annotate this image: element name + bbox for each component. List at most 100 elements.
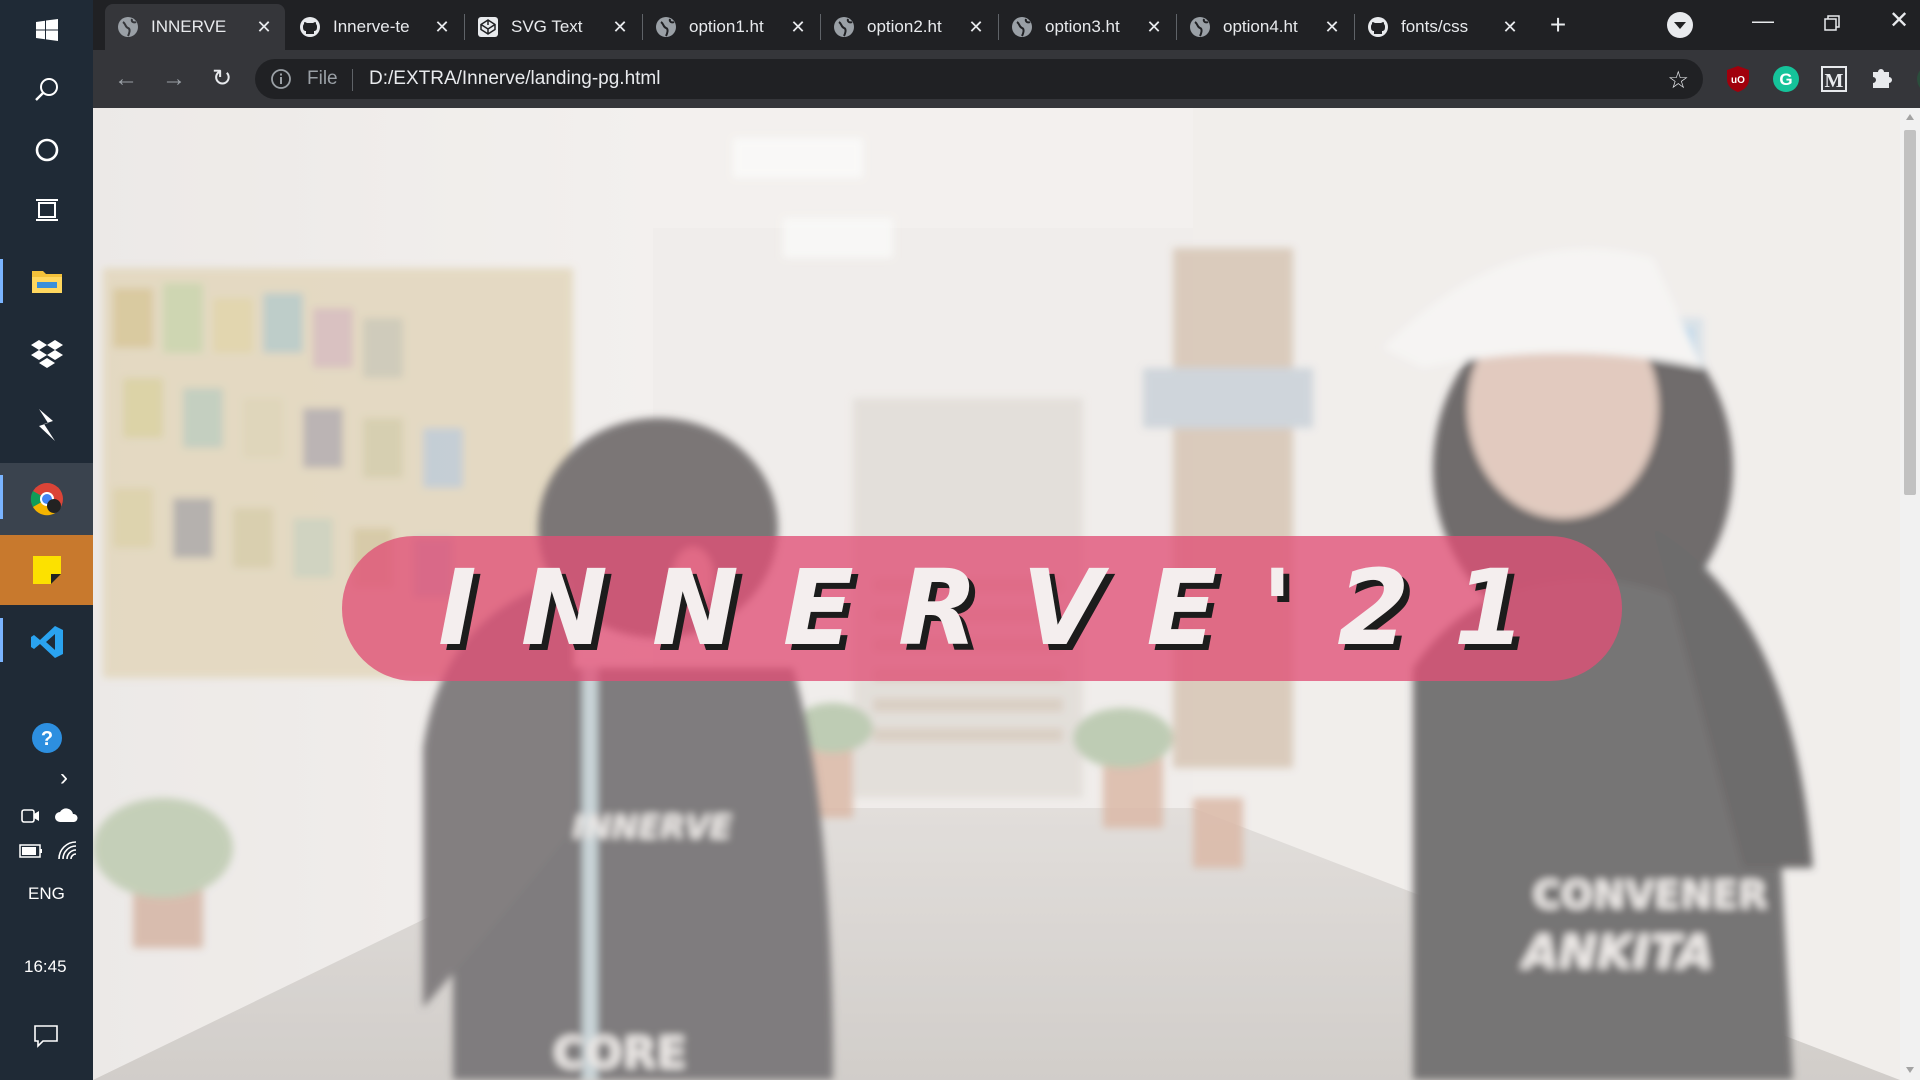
tab-strip: INNERVE ✕ Innerve-te ✕ SVG Text ✕ option… — [93, 0, 1920, 50]
close-icon[interactable]: ✕ — [787, 16, 809, 38]
tab-svg-text[interactable]: SVG Text ✕ — [465, 4, 641, 50]
vscode-icon — [30, 626, 63, 658]
close-icon[interactable]: ✕ — [431, 16, 453, 38]
tab-innerve-te[interactable]: Innerve-te ✕ — [287, 4, 463, 50]
new-tab-button[interactable]: + — [1543, 10, 1573, 40]
page-scrollbar[interactable] — [1900, 108, 1920, 1080]
wifi-icon[interactable] — [57, 840, 79, 865]
sticky-notes-icon — [32, 556, 61, 584]
tab-option4[interactable]: option4.ht ✕ — [1177, 4, 1353, 50]
close-window-button[interactable]: ✕ — [1879, 6, 1919, 40]
restore-icon — [1824, 15, 1840, 31]
tab-fonts-css[interactable]: fonts/css ✕ — [1355, 4, 1531, 50]
github-icon — [1368, 17, 1388, 37]
tab-label: fonts/css — [1401, 17, 1469, 36]
task-view-icon — [35, 199, 58, 221]
arrow-left-icon: ← — [114, 65, 138, 92]
close-icon: ✕ — [1888, 7, 1910, 34]
clock[interactable]: 16:45 — [24, 957, 67, 977]
tab-label: INNERVE — [151, 17, 227, 36]
scroll-down-arrow-icon[interactable] — [1905, 1066, 1915, 1074]
close-icon[interactable]: ✕ — [1143, 16, 1165, 38]
tab-label: Innerve-te — [333, 17, 410, 36]
taskbar-file-explorer[interactable] — [0, 251, 93, 311]
tab-option3[interactable]: option3.ht ✕ — [999, 4, 1175, 50]
close-icon[interactable]: ✕ — [1499, 16, 1521, 38]
start-button[interactable] — [0, 0, 93, 60]
tab-search-button[interactable] — [1667, 12, 1693, 38]
running-indicator — [0, 259, 3, 303]
tab-label: option2.ht — [867, 17, 942, 36]
address-bar[interactable]: File D:/EXTRA/Innerve/landing-pg.html ☆ — [255, 59, 1703, 99]
help-icon: ? — [31, 723, 62, 753]
tray-expand-chevron[interactable]: › — [60, 764, 68, 792]
svg-text:uO: uO — [1731, 75, 1745, 86]
globe-icon — [1012, 17, 1032, 37]
windows-taskbar: ? › ENG 16:45 — [0, 0, 93, 1080]
svg-text:?: ? — [40, 728, 52, 750]
taskbar-chrome[interactable] — [0, 463, 93, 535]
folder-icon — [31, 271, 62, 293]
forward-button[interactable]: → — [157, 62, 191, 96]
arrow-right-icon: → — [162, 65, 186, 92]
restore-button[interactable] — [1811, 10, 1851, 40]
language-indicator[interactable]: ENG — [28, 884, 65, 904]
globe-icon — [1190, 17, 1210, 37]
codepen-icon — [478, 17, 498, 37]
windows-icon — [35, 19, 58, 41]
grammarly-icon[interactable]: G — [1771, 64, 1801, 94]
cortana-button[interactable] — [0, 120, 93, 180]
dropbox-icon — [30, 340, 63, 368]
page-content: INNERVE CORE CONVENER ANKITA INNERVE'21 — [93, 108, 1900, 1080]
ublock-origin-icon[interactable]: uO — [1723, 64, 1753, 94]
close-icon[interactable]: ✕ — [1321, 16, 1343, 38]
battery-icon[interactable] — [19, 843, 43, 863]
omnibox-divider — [352, 69, 353, 91]
taskbar-sticky-notes[interactable] — [0, 535, 93, 605]
chrome-window: INNERVE ✕ Innerve-te ✕ SVG Text ✕ option… — [93, 0, 1920, 1080]
close-icon[interactable]: ✕ — [609, 16, 631, 38]
tab-option2[interactable]: option2.ht ✕ — [821, 4, 997, 50]
reload-button[interactable]: ↻ — [205, 62, 239, 96]
tab-label: option4.ht — [1223, 17, 1298, 36]
tray-meet-icon[interactable] — [20, 806, 40, 831]
scroll-up-arrow-icon[interactable] — [1905, 113, 1915, 121]
tab-innerve[interactable]: INNERVE ✕ — [105, 4, 285, 50]
globe-icon — [834, 17, 854, 37]
taskbar-dropbox[interactable] — [0, 323, 93, 383]
svg-text:M: M — [1825, 70, 1844, 92]
tab-option1[interactable]: option1.ht ✕ — [643, 4, 819, 50]
back-button[interactable]: ← — [109, 62, 143, 96]
cortana-icon — [35, 138, 58, 162]
tab-label: SVG Text — [511, 17, 583, 36]
onedrive-icon[interactable] — [54, 806, 80, 829]
tab-label: option3.ht — [1045, 17, 1120, 36]
svg-text:G: G — [1779, 70, 1792, 89]
url-scheme-label: File — [307, 68, 338, 89]
info-icon[interactable] — [269, 67, 293, 91]
chevron-down-icon — [1674, 22, 1686, 29]
globe-icon — [656, 17, 676, 37]
action-center-icon[interactable] — [33, 1024, 59, 1053]
running-indicator — [0, 618, 3, 662]
taskbar-app[interactable] — [0, 395, 93, 455]
close-icon[interactable]: ✕ — [965, 16, 987, 38]
extensions-puzzle-icon[interactable] — [1867, 64, 1897, 94]
bookmark-star-icon[interactable]: ☆ — [1667, 66, 1689, 95]
running-indicator — [0, 475, 3, 519]
hero-title: INNERVE'21 — [438, 547, 1570, 669]
profile-avatar[interactable] — [1916, 64, 1920, 94]
github-icon — [300, 17, 320, 37]
scrollbar-thumb[interactable] — [1904, 130, 1916, 495]
search-button[interactable] — [0, 60, 93, 120]
close-icon[interactable]: ✕ — [253, 16, 275, 38]
minimize-button[interactable]: — — [1743, 8, 1783, 38]
reload-icon: ↻ — [211, 65, 233, 92]
url-text[interactable]: D:/EXTRA/Innerve/landing-pg.html — [369, 68, 660, 90]
globe-icon — [118, 17, 138, 37]
medium-extension-icon[interactable]: M — [1819, 64, 1849, 94]
taskbar-vscode[interactable] — [0, 610, 93, 674]
taskbar-help[interactable]: ? — [0, 708, 93, 768]
task-view-button[interactable] — [0, 180, 93, 240]
search-icon — [34, 78, 58, 101]
